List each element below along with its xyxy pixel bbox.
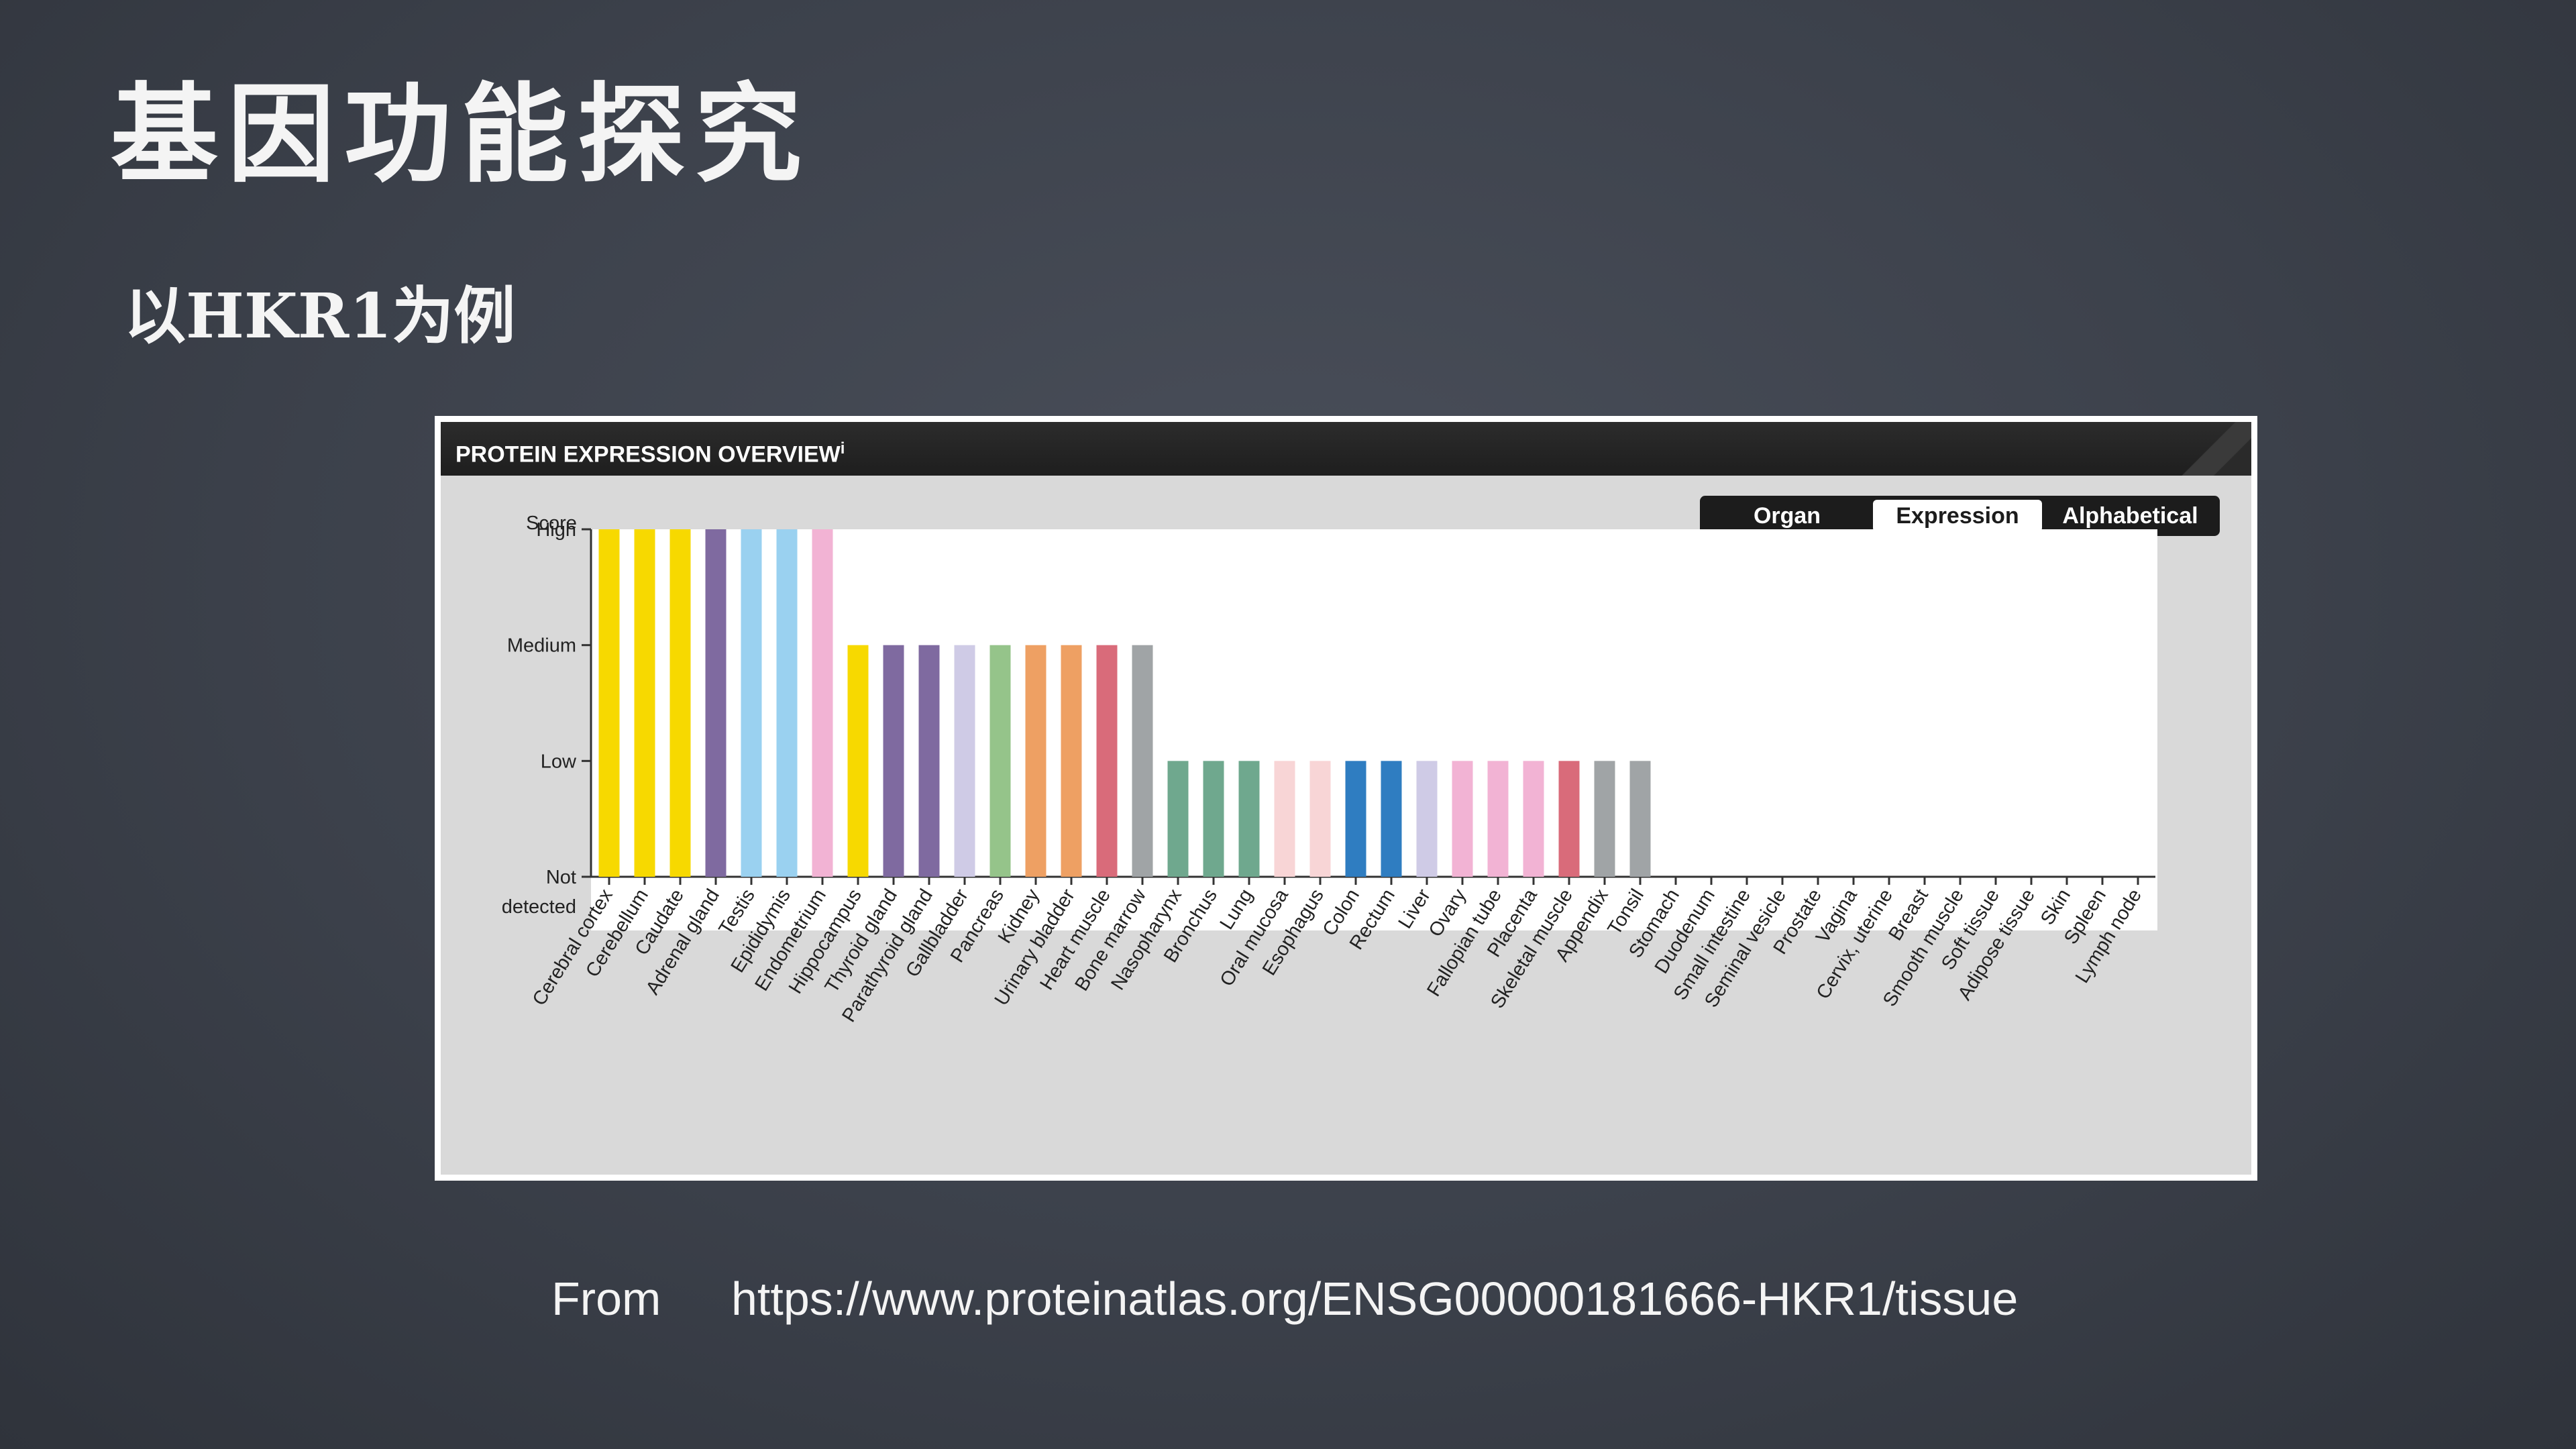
footer-from-label: From — [551, 1273, 661, 1325]
bar-skeletal-muscle[interactable] — [1558, 761, 1580, 877]
source-url-link[interactable]: https://www.proteinatlas.org/ENSG0000018… — [731, 1272, 2018, 1326]
bar-thyroid-gland[interactable] — [883, 645, 904, 877]
slide-subtitle: 以HKR1为例 — [124, 280, 516, 352]
bar-cerebral-cortex[interactable] — [598, 529, 620, 877]
bar-adrenal-gland[interactable] — [705, 529, 727, 877]
bar-heart-muscle[interactable] — [1096, 645, 1118, 877]
panel-title-text: PROTEIN EXPRESSION OVERVIEW — [455, 441, 841, 468]
bar-fallopian-tube[interactable] — [1487, 761, 1509, 877]
bar-ovary[interactable] — [1452, 761, 1473, 877]
bar-tonsil[interactable] — [1629, 761, 1651, 877]
bar-pancreas[interactable] — [989, 645, 1011, 877]
info-icon[interactable]: i — [841, 439, 845, 458]
bar-rectum[interactable] — [1381, 761, 1402, 877]
bar-appendix[interactable] — [1594, 761, 1615, 877]
bar-lung[interactable] — [1238, 761, 1260, 877]
bar-gallbladder[interactable] — [954, 645, 975, 877]
bar-cerebellum[interactable] — [634, 529, 655, 877]
bar-urinary-bladder[interactable] — [1061, 645, 1082, 877]
y-tick-label: Not detected — [502, 867, 576, 918]
bar-hippocampus[interactable] — [847, 645, 869, 877]
bar-testis[interactable] — [741, 529, 762, 877]
panel-header: PROTEIN EXPRESSION OVERVIEWi — [441, 422, 2251, 476]
bar-colon[interactable] — [1345, 761, 1366, 877]
protein-expression-panel: PROTEIN EXPRESSION OVERVIEWi Organ Expre… — [435, 416, 2257, 1181]
y-tick-label: High — [536, 519, 576, 541]
bar-epididymis[interactable] — [776, 529, 798, 877]
bar-bronchus[interactable] — [1203, 761, 1224, 877]
slide-title: 基因功能探究 — [111, 71, 812, 197]
y-tick-label: Low — [541, 751, 577, 772]
bar-oral-mucosa[interactable] — [1274, 761, 1295, 877]
bar-bone-marrow[interactable] — [1132, 645, 1153, 877]
panel-title: PROTEIN EXPRESSION OVERVIEWi — [455, 439, 845, 468]
y-tick-label: Medium — [507, 635, 576, 657]
bar-nasopharynx[interactable] — [1167, 761, 1189, 877]
bar-placenta[interactable] — [1523, 761, 1544, 877]
bar-caudate[interactable] — [669, 529, 691, 877]
bar-liver[interactable] — [1416, 761, 1438, 877]
header-decoration — [2178, 422, 2251, 476]
expression-bar-chart: Score Not detectedLowMediumHigh Cerebral … — [502, 513, 2157, 1026]
bar-parathyroid-gland[interactable] — [918, 645, 940, 877]
bar-esophagus[interactable] — [1309, 761, 1331, 877]
bar-endometrium[interactable] — [812, 529, 833, 877]
bar-kidney[interactable] — [1025, 645, 1046, 877]
